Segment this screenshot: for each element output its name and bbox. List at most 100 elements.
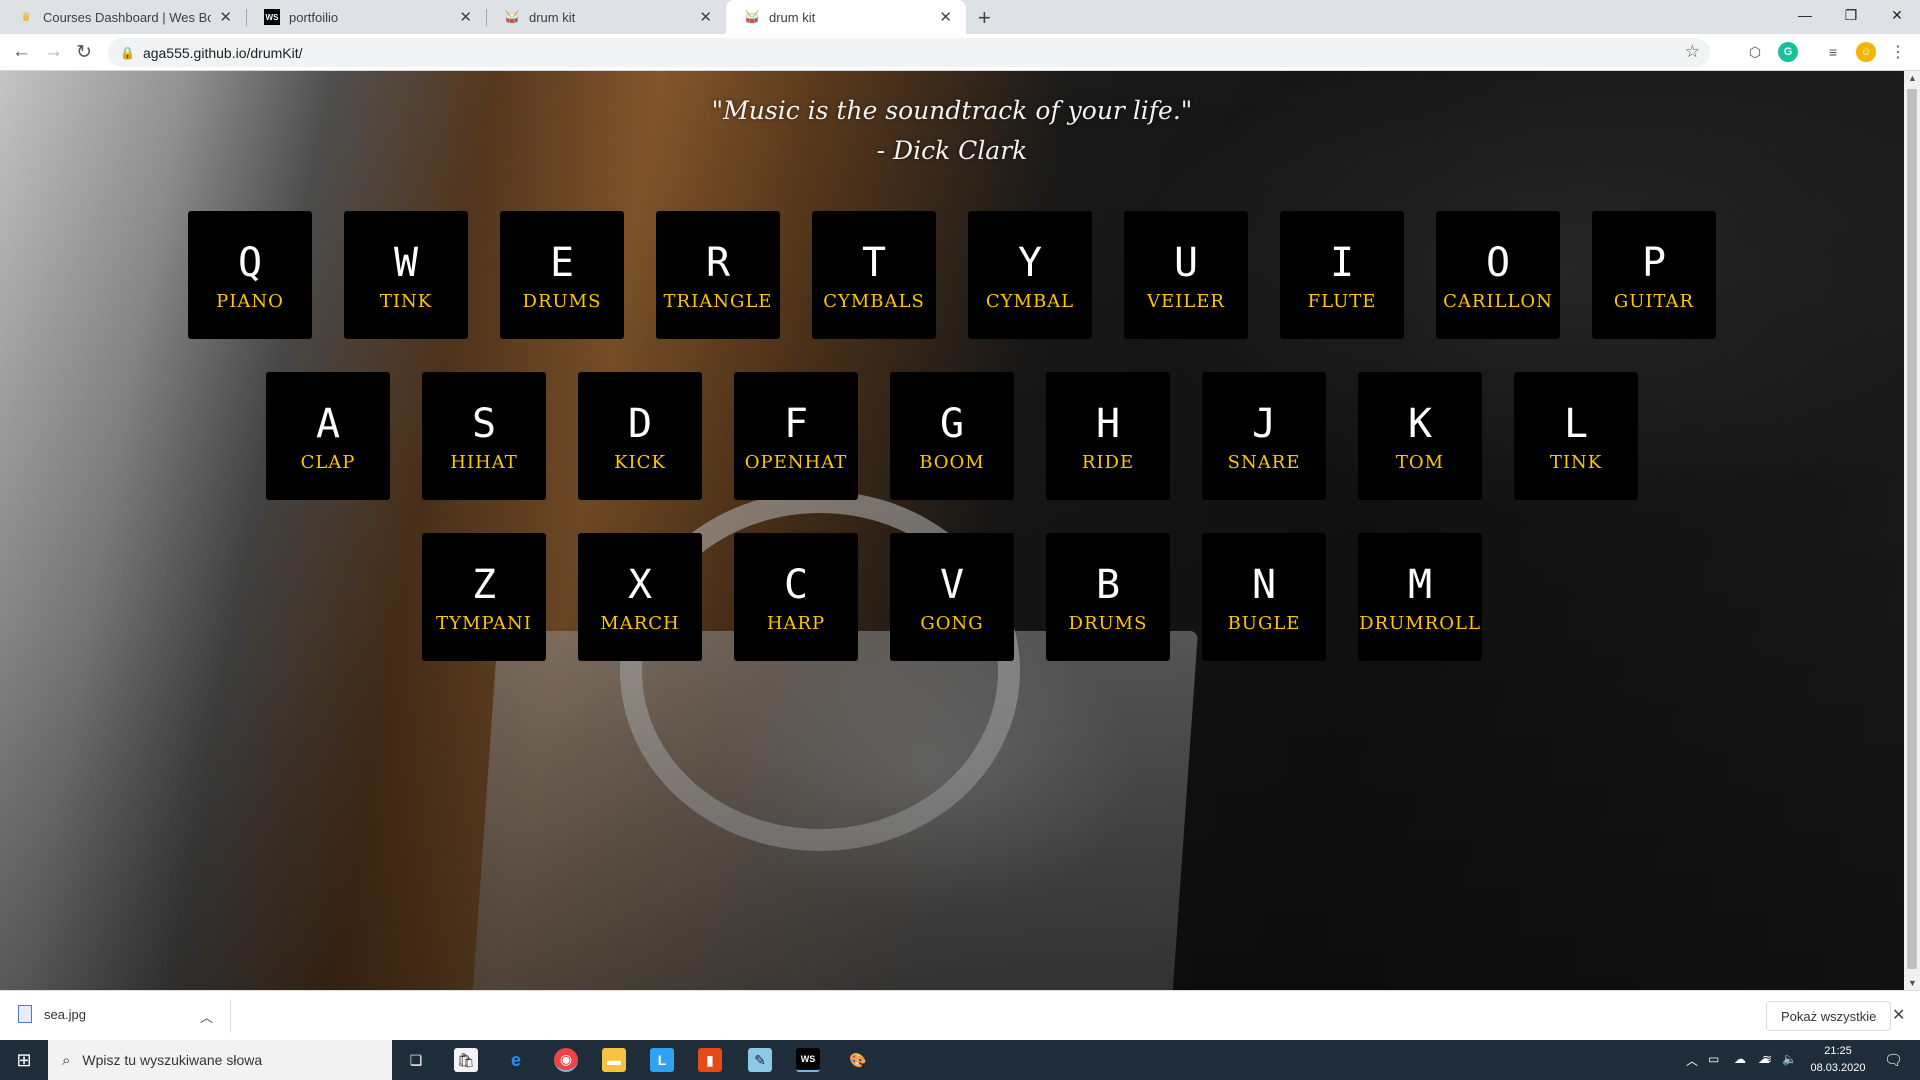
show-all-downloads-button[interactable]: Pokaż wszystkie xyxy=(1766,1001,1892,1031)
clock-time: 21:25 xyxy=(1824,1045,1852,1057)
key-letter: B xyxy=(1095,561,1121,608)
drum-key-f[interactable]: F OPENHAT xyxy=(734,372,858,500)
grammarly-icon[interactable]: G xyxy=(1778,42,1798,62)
drum-key-d[interactable]: D KICK xyxy=(578,372,702,500)
screen: ♛ Courses Dashboard | Wes Bos ✕ WS portf… xyxy=(0,0,1920,1080)
drum-key-c[interactable]: C HARP xyxy=(734,533,858,661)
key-letter: G xyxy=(939,400,965,447)
taskbar-search-box[interactable]: ⌕ Wpisz tu wyszukiwane słowa xyxy=(48,1040,392,1080)
avatar[interactable]: ☺ xyxy=(1856,42,1876,62)
download-item[interactable]: sea.jpg xyxy=(18,1005,86,1023)
sound-label: BOOM xyxy=(919,451,985,473)
drum-key-h[interactable]: H RIDE xyxy=(1046,372,1170,500)
drum-key-t[interactable]: T CYMBALS xyxy=(812,211,936,339)
drum-key-q[interactable]: Q PIANO xyxy=(188,211,312,339)
tab-close-icon[interactable]: ✕ xyxy=(699,8,712,26)
forward-button[interactable]: → xyxy=(44,41,63,63)
address-url[interactable]: aga555.github.io/drumKit/ xyxy=(143,45,303,61)
volume-icon[interactable]: 🔈 xyxy=(1782,1052,1797,1066)
menu-dots-icon[interactable]: ⋮ xyxy=(1888,42,1908,62)
drum-key-x[interactable]: X MARCH xyxy=(578,533,702,661)
drum-key-l[interactable]: L TINK xyxy=(1514,372,1638,500)
drum-key-w[interactable]: W TINK xyxy=(344,211,468,339)
tab-drum-kit[interactable]: 🥁 drum kit ✕ xyxy=(486,0,726,34)
chevron-up-icon[interactable]: ︿ xyxy=(200,1007,213,1026)
notepad-icon[interactable]: ✎ xyxy=(748,1048,772,1072)
drum-key-r[interactable]: R TRIANGLE xyxy=(656,211,780,339)
paint-icon[interactable]: 🎨 xyxy=(846,1048,870,1072)
drum-key-s[interactable]: S HIHAT xyxy=(422,372,546,500)
reading-list-icon[interactable]: ≡ xyxy=(1823,42,1843,62)
drum-key-e[interactable]: E DRUMS xyxy=(500,211,624,339)
sound-label: MARCH xyxy=(600,612,680,634)
network-icon[interactable]: ≋ xyxy=(1762,1052,1772,1066)
drum-key-o[interactable]: O CARILLON xyxy=(1436,211,1560,339)
key-letter: M xyxy=(1407,561,1433,608)
page-scrollbar[interactable]: ▲ ▼ xyxy=(1904,71,1920,990)
drum-key-i[interactable]: I FLUTE xyxy=(1280,211,1404,339)
onedrive-icon[interactable]: ☁ xyxy=(1734,1052,1746,1066)
lesson-icon[interactable]: L xyxy=(650,1048,674,1072)
address-bar[interactable]: 🔒 aga555.github.io/drumKit/ ☆ xyxy=(108,38,1710,67)
drum-key-a[interactable]: A CLAP xyxy=(266,372,390,500)
task-view-icon[interactable]: ❏ xyxy=(404,1048,428,1072)
key-letter: A xyxy=(315,400,341,447)
drum-key-p[interactable]: P GUITAR xyxy=(1592,211,1716,339)
keys-container: Q PIANO W TINK E DRUMS R TRIANGLE T CYMBALS Y CYMBA… xyxy=(0,71,1904,990)
file-explorer-icon[interactable]: ▬ xyxy=(602,1048,626,1072)
drum-key-z[interactable]: Z TYMPANI xyxy=(422,533,546,661)
new-tab-button[interactable]: + xyxy=(978,5,991,31)
edge-icon[interactable]: e xyxy=(504,1048,528,1072)
notifications-icon[interactable]: 🗨 xyxy=(1884,1051,1903,1069)
back-button[interactable]: ← xyxy=(12,41,31,63)
tab-title: Courses Dashboard | Wes Bos xyxy=(43,9,212,25)
key-letter: D xyxy=(627,400,653,447)
office-icon[interactable]: ▮ xyxy=(698,1048,722,1072)
sound-label: TINK xyxy=(1549,451,1603,473)
sound-label: DRUMS xyxy=(522,290,602,312)
minimize-button[interactable]: — xyxy=(1782,0,1828,30)
drum-key-g[interactable]: G BOOM xyxy=(890,372,1014,500)
sound-label: GUITAR xyxy=(1613,290,1695,312)
drum-key-y[interactable]: Y CYMBAL xyxy=(968,211,1092,339)
reload-button[interactable]: ↻ xyxy=(76,41,92,64)
tab-close-icon[interactable]: ✕ xyxy=(459,8,472,26)
scroll-down-icon[interactable]: ▼ xyxy=(1908,978,1917,988)
battery-icon[interactable]: ▭ xyxy=(1708,1052,1719,1066)
sound-label: HARP xyxy=(766,612,826,634)
tab-portfoilio[interactable]: WS portfoilio ✕ xyxy=(246,0,486,34)
drum-key-n[interactable]: N BUGLE xyxy=(1202,533,1326,661)
restore-button[interactable]: ❐ xyxy=(1828,0,1874,30)
windows-taskbar: ⊞ ⌕ Wpisz tu wyszukiwane słowa ❏ 🛍 e ◉ ▬… xyxy=(0,1040,1920,1080)
tab-courses-dashboard[interactable]: ♛ Courses Dashboard | Wes Bos ✕ xyxy=(0,0,246,34)
tab-drum-kit-active[interactable]: 🥁 drum kit ✕ xyxy=(726,0,966,34)
browser-toolbar: ← → ↻ 🔒 aga555.github.io/drumKit/ ☆ ⬡ G … xyxy=(0,34,1920,71)
drum-key-v[interactable]: V GONG xyxy=(890,533,1014,661)
drum-key-b[interactable]: B DRUMS xyxy=(1046,533,1170,661)
scroll-up-icon[interactable]: ▲ xyxy=(1908,73,1917,83)
chrome-icon[interactable]: ◉ xyxy=(554,1048,578,1072)
scrollbar-thumb[interactable] xyxy=(1907,89,1917,969)
drum-key-m[interactable]: M DRUMROLL xyxy=(1358,533,1482,661)
sound-label: TOM xyxy=(1395,451,1445,473)
close-download-bar-icon[interactable]: ✕ xyxy=(1892,1005,1905,1025)
tab-close-icon[interactable]: ✕ xyxy=(219,8,232,26)
drum-key-k[interactable]: K TOM xyxy=(1358,372,1482,500)
webstorm-icon[interactable]: WS xyxy=(796,1048,820,1072)
browser-tab-strip: ♛ Courses Dashboard | Wes Bos ✕ WS portf… xyxy=(0,0,1920,34)
store-icon[interactable]: 🛍 xyxy=(454,1048,478,1072)
search-icon: ⌕ xyxy=(62,1051,71,1069)
tray-chevron-up-icon[interactable]: ︿ xyxy=(1686,1052,1698,1069)
drum-key-u[interactable]: U VEILER xyxy=(1124,211,1248,339)
close-window-button[interactable]: ✕ xyxy=(1874,0,1920,30)
drum-key-j[interactable]: J SNARE xyxy=(1202,372,1326,500)
key-letter: C xyxy=(783,561,809,608)
tab-close-icon[interactable]: ✕ xyxy=(939,8,952,26)
extension-shield-icon[interactable]: ⬡ xyxy=(1745,42,1765,62)
sound-label: CYMBAL xyxy=(985,290,1075,312)
taskbar-clock[interactable]: 21:25 08.03.2020 xyxy=(1802,1043,1874,1077)
windows-start-icon[interactable]: ⊞ xyxy=(0,1040,48,1080)
bookmark-star-icon[interactable]: ☆ xyxy=(1685,42,1700,62)
sound-label: FLUTE xyxy=(1307,290,1377,312)
sound-label: SNARE xyxy=(1227,451,1301,473)
